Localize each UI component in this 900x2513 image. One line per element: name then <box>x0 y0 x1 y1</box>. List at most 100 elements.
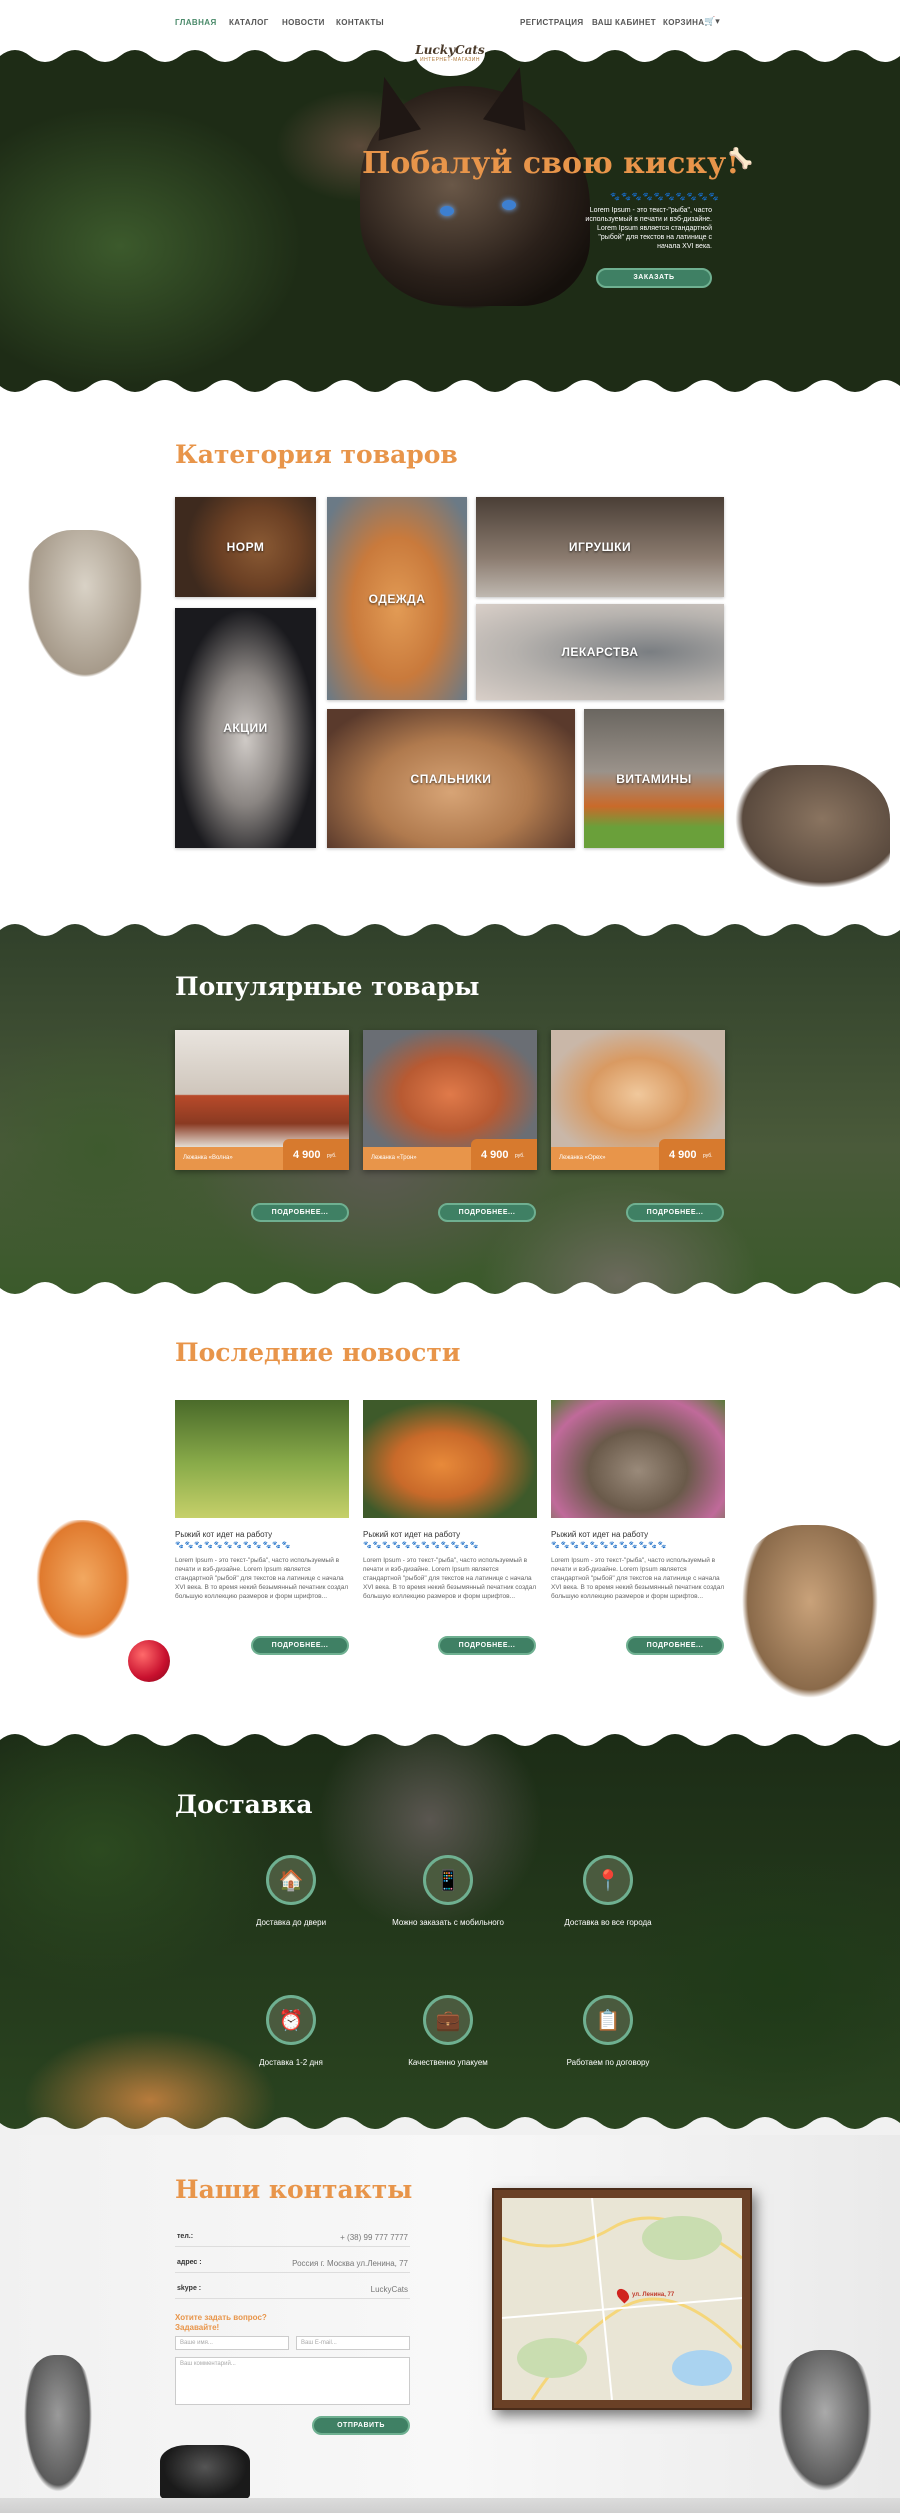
news-text: Lorem Ipsum - это текст-"рыба", часто ис… <box>363 1557 537 1600</box>
news-image[interactable] <box>175 1400 349 1518</box>
price-tag: 4 900 руб. <box>471 1139 537 1170</box>
clock-icon: ⏰ <box>266 1995 316 2045</box>
email-input[interactable]: Ваш E-mail... <box>296 2336 410 2350</box>
chevron-down-icon: ▾ <box>715 16 720 26</box>
product-bar: Лежанка «Волна» 4 900 руб. <box>175 1139 349 1170</box>
clipboard-icon: 📋 <box>583 1995 633 2045</box>
category-medicine[interactable]: ЛЕКАРСТВА <box>476 604 724 700</box>
news-image[interactable] <box>551 1400 725 1518</box>
news-text: Lorem Ipsum - это текст-"рыба", часто ис… <box>551 1557 725 1600</box>
cat-eye-right <box>502 200 516 210</box>
category-clothes[interactable]: ОДЕЖДА <box>327 497 467 700</box>
paw-divider: 🐾🐾🐾🐾🐾🐾🐾🐾🐾🐾🐾🐾 <box>175 1542 292 1549</box>
category-toys[interactable]: ИГРУШКИ <box>476 497 724 597</box>
product-card[interactable]: Лежанка «Волна» 4 900 руб. <box>175 1030 349 1170</box>
cat-eye-left <box>440 206 454 216</box>
product-name: Лежанка «Волна» <box>183 1155 233 1161</box>
submit-button[interactable]: ОТПРАВИТЬ <box>312 2416 410 2435</box>
product-price: 4 900 <box>669 1149 697 1161</box>
category-beds[interactable]: СПАЛЬНИКИ <box>327 709 575 848</box>
hero-section: Побалуй свою киску! 🦴 🐾🐾🐾🐾🐾🐾🐾🐾🐾🐾 Lorem I… <box>0 44 900 400</box>
category-sales[interactable]: АКЦИИ <box>175 608 316 848</box>
news-heading[interactable]: Рыжий кот идет на работу <box>175 1530 272 1539</box>
map-frame: ул. Ленина, 77 <box>492 2188 752 2410</box>
contact-row-phone: тел.: + (38) 99 777 7777 <box>175 2225 410 2247</box>
categories-title: Категория товаров <box>175 440 458 469</box>
contact-key: skype : <box>177 2285 202 2292</box>
delivery-section: Доставка 🏠 Доставка до двери 📱 Можно зак… <box>0 1728 900 2137</box>
paw-divider: 🐾🐾🐾🐾🐾🐾🐾🐾🐾🐾 <box>610 192 720 201</box>
news-image[interactable] <box>363 1400 537 1518</box>
category-label: НОРМ <box>226 540 265 554</box>
comment-textarea[interactable]: Ваш комментарий... <box>175 2357 410 2405</box>
delivery-label: Можно заказать с мобильного <box>392 1918 504 1927</box>
delivery-label: Доставка во все города <box>564 1918 652 1927</box>
grey-cat-left-image <box>18 2355 98 2505</box>
sitting-cat-image <box>730 1525 890 1715</box>
hero-text: Lorem Ipsum - это текст-"рыба", часто ис… <box>585 207 712 250</box>
product-name: Лежанка «Трон» <box>371 1155 417 1161</box>
delivery-label: Работаем по договору <box>566 2058 650 2067</box>
paw-divider: 🐾🐾🐾🐾🐾🐾🐾🐾🐾🐾🐾🐾 <box>551 1542 668 1549</box>
news-details-button[interactable]: ПОДРОБНЕЕ... <box>251 1636 349 1655</box>
news-text: Lorem Ipsum - это текст-"рыба", часто ис… <box>175 1557 349 1600</box>
wave-divider <box>0 1728 900 1746</box>
category-label: ЛЕКАРСТВА <box>561 645 639 659</box>
wave-divider <box>0 918 900 936</box>
phone-icon: 📱 <box>423 1855 473 1905</box>
product-name: Лежанка «Орех» <box>559 1155 606 1161</box>
grey-cat-right-image <box>770 2350 880 2505</box>
news-heading[interactable]: Рыжий кот идет на работу <box>551 1530 648 1539</box>
product-card[interactable]: Лежанка «Орех» 4 900 руб. <box>551 1030 725 1170</box>
wave-divider <box>0 380 900 400</box>
kitten-image <box>20 530 150 690</box>
contact-value: LuckyCats <box>370 2285 408 2294</box>
order-button[interactable]: ЗАКАЗАТЬ <box>596 268 712 288</box>
orange-kitten-image <box>28 1520 138 1650</box>
nav-link-contacts[interactable]: КОНТАКТЫ <box>336 18 384 27</box>
nav-link-account[interactable]: ВАШ КАБИНЕТ <box>592 18 656 27</box>
popular-title: Популярные товары <box>175 972 480 1001</box>
product-image <box>551 1030 725 1147</box>
product-bar: Лежанка «Орех» 4 900 руб. <box>551 1139 725 1170</box>
nav-link-home[interactable]: ГЛАВНАЯ <box>175 18 217 27</box>
map-label: ул. Ленина, 77 <box>632 2292 675 2298</box>
product-details-button[interactable]: ПОДРОБНЕЕ... <box>251 1203 349 1222</box>
hero-title: Побалуй свою киску! <box>362 146 740 181</box>
name-input[interactable]: Ваше имя... <box>175 2336 289 2350</box>
contacts-section <box>0 2135 900 2513</box>
nav-link-cart[interactable]: КОРЗИНА <box>663 18 704 27</box>
suitcase-icon: 💼 <box>423 1995 473 2045</box>
product-card[interactable]: Лежанка «Трон» 4 900 руб. <box>363 1030 537 1170</box>
category-vitamins[interactable]: ВИТАМИНЫ <box>584 709 724 848</box>
product-image <box>363 1030 537 1147</box>
cart-icon[interactable]: 🛒▾ <box>704 16 720 27</box>
news-details-button[interactable]: ПОДРОБНЕЕ... <box>626 1636 724 1655</box>
contact-row-address: адрес : Россия г. Москва ул.Ленина, 77 <box>175 2251 410 2273</box>
bone-icon: 🦴 <box>728 148 753 170</box>
product-details-button[interactable]: ПОДРОБНЕЕ... <box>438 1203 536 1222</box>
contact-key: адрес : <box>177 2259 202 2266</box>
category-food[interactable]: НОРМ <box>175 497 316 597</box>
news-heading[interactable]: Рыжий кот идет на работу <box>363 1530 460 1539</box>
contact-value: + (38) 99 777 7777 <box>340 2233 408 2242</box>
price-unit: руб. <box>327 1153 337 1159</box>
news-details-button[interactable]: ПОДРОБНЕЕ... <box>438 1636 536 1655</box>
retro-phone-image <box>160 2445 250 2500</box>
price-tag: 4 900 руб. <box>283 1139 349 1170</box>
nav-link-register[interactable]: РЕГИСТРАЦИЯ <box>520 18 584 27</box>
delivery-label: Доставка до двери <box>255 1918 327 1927</box>
contact-row-skype: skype : LuckyCats <box>175 2277 410 2299</box>
delivery-label: Доставка 1-2 дня <box>259 2058 323 2067</box>
logo[interactable]: LuckyCats ИНТЕРНЕТ-МАГАЗИН <box>415 30 485 76</box>
logo-subtext: ИНТЕРНЕТ-МАГАЗИН <box>420 57 480 63</box>
map[interactable]: ул. Ленина, 77 <box>502 2198 742 2400</box>
location-pin-icon: 📍 <box>583 1855 633 1905</box>
nav-link-catalog[interactable]: КАТАЛОГ <box>229 18 269 27</box>
question-subheading: Задавайте! <box>175 2323 220 2332</box>
price-unit: руб. <box>703 1153 713 1159</box>
contacts-title: Наши контакты <box>175 2175 413 2204</box>
nav-link-news[interactable]: НОВОСТИ <box>282 18 325 27</box>
category-label: ОДЕЖДА <box>368 591 426 606</box>
product-details-button[interactable]: ПОДРОБНЕЕ... <box>626 1203 724 1222</box>
